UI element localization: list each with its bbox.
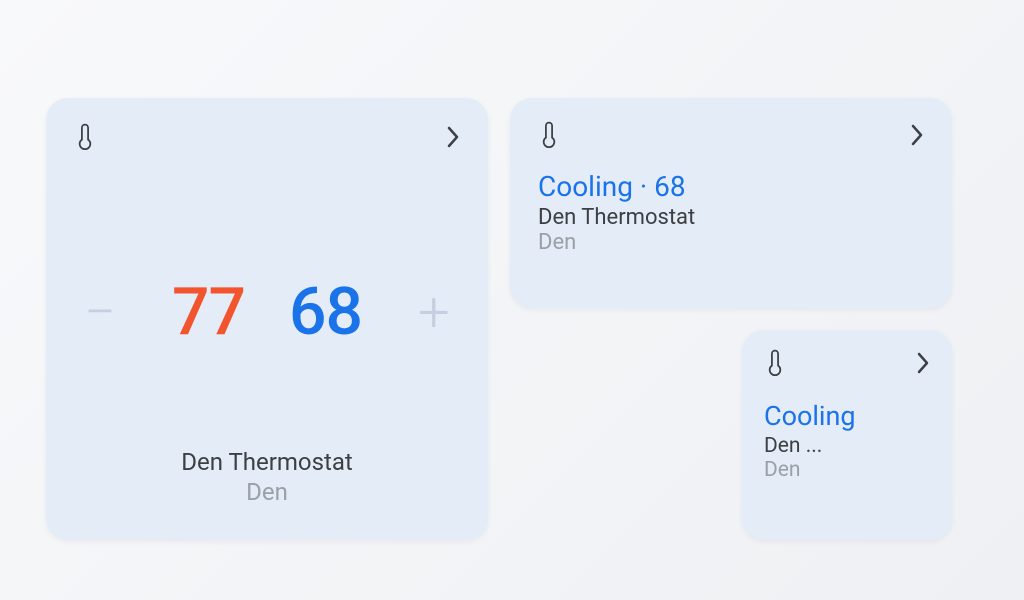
- card-body: Cooling · 68 Den Thermostat Den: [538, 170, 924, 255]
- card-header: [764, 348, 930, 378]
- status-line: Cooling: [764, 400, 930, 432]
- device-name: Den ...: [764, 434, 930, 458]
- decrease-button[interactable]: −: [74, 284, 126, 340]
- thermostat-card-small[interactable]: Cooling Den ... Den: [742, 330, 952, 540]
- thermostat-card-large[interactable]: − 77 68 + Den Thermostat Den: [46, 98, 488, 540]
- status-line: Cooling · 68: [538, 170, 924, 203]
- thermometer-icon: [764, 348, 786, 378]
- thermometer-icon: [74, 122, 96, 152]
- room-name: Den: [764, 458, 930, 482]
- heat-setpoint: 77: [172, 274, 245, 351]
- chevron-right-icon[interactable]: [916, 351, 930, 375]
- thermometer-icon: [538, 120, 560, 150]
- device-name: Den Thermostat: [74, 448, 460, 476]
- card-header: [74, 122, 460, 152]
- card-footer: Den Thermostat Den: [74, 448, 460, 516]
- chevron-right-icon[interactable]: [446, 125, 460, 149]
- device-name: Den Thermostat: [538, 205, 924, 230]
- cool-setpoint: 68: [289, 274, 362, 351]
- chevron-right-icon[interactable]: [910, 123, 924, 147]
- room-name: Den: [74, 478, 460, 506]
- thermostat-card-medium[interactable]: Cooling · 68 Den Thermostat Den: [510, 98, 952, 308]
- card-header: [538, 120, 924, 150]
- temperature-display: 77 68: [172, 274, 362, 351]
- temperature-stepper-row: − 77 68 +: [74, 176, 460, 448]
- room-name: Den: [538, 230, 924, 255]
- card-body: Cooling Den ... Den: [764, 400, 930, 482]
- increase-button[interactable]: +: [408, 284, 460, 340]
